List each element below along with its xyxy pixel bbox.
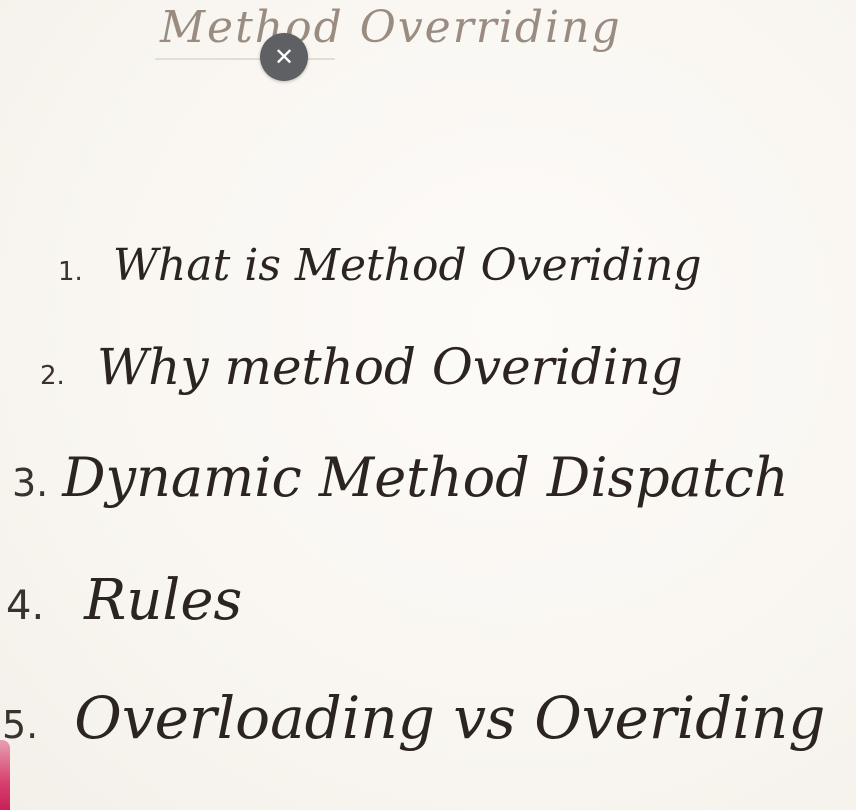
list-item-text: Dynamic Method Dispatch (62, 446, 789, 509)
page-title: Method Overriding (160, 2, 622, 53)
list-item-text: Why method Overiding (96, 338, 683, 396)
list-item-text: Rules (84, 568, 243, 633)
close-icon: ✕ (273, 43, 295, 71)
list-item-number: 5. (2, 703, 39, 747)
close-button[interactable]: ✕ (260, 33, 308, 81)
list-item-text: Overloading vs Overiding (74, 684, 826, 752)
list-item-text: What is Method Overiding (112, 240, 702, 291)
list-item: 2. Why method Overiding (40, 338, 683, 396)
list-item-number: 3. (12, 461, 49, 505)
list-item-number: 2. (40, 361, 65, 391)
list-item: 1. What is Method Overiding (58, 240, 701, 291)
list-item-number: 4. (6, 583, 45, 629)
edge-marker (0, 740, 10, 810)
list-item-number: 1. (58, 257, 83, 287)
list-item: 4. Rules (6, 568, 242, 633)
list-item: 3. Dynamic Method Dispatch (12, 446, 789, 509)
list-item: 5. Overloading vs Overiding (2, 684, 825, 752)
title-underline (155, 58, 335, 60)
